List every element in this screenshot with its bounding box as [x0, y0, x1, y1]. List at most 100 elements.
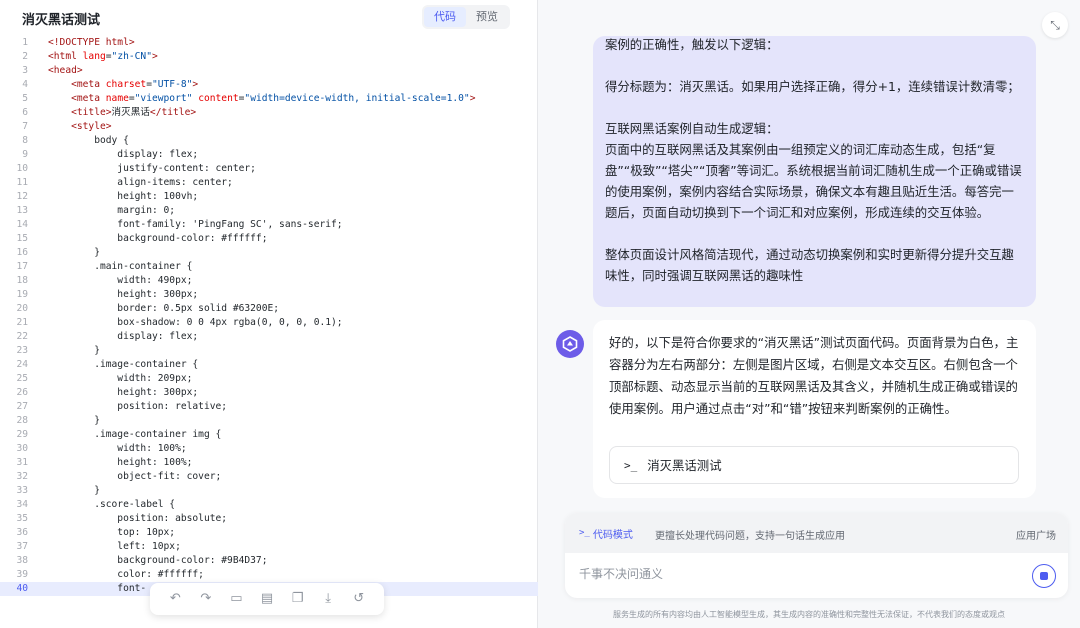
code-text: left: 10px; — [48, 540, 181, 554]
code-line: 31 height: 100%; — [0, 456, 538, 470]
code-token: font- — [48, 583, 147, 594]
code-text: background-color: #ffffff; — [48, 232, 267, 246]
code-token: margin: 0; — [48, 205, 176, 216]
copy-icon[interactable]: ❐ — [290, 591, 306, 607]
code-text: <meta name="viewport" content="width=dev… — [48, 92, 475, 106]
tab-code[interactable]: 代码 — [424, 7, 466, 27]
code-text: align-items: center; — [48, 176, 233, 190]
code-line: 17 .main-container { — [0, 260, 538, 274]
code-text: height: 300px; — [48, 288, 198, 302]
code-line: 34 .score-label { — [0, 498, 538, 512]
code-token: .main-container { — [48, 261, 193, 272]
code-token: height: 100vh; — [48, 191, 199, 202]
code-token: } — [48, 247, 100, 258]
code-line: 13 margin: 0; — [0, 204, 538, 218]
code-token: <html — [48, 51, 83, 62]
tab-preview[interactable]: 预览 — [466, 7, 508, 27]
code-token: "width=device-width, initial-scale=1.0" — [244, 93, 470, 104]
code-line: 25 width: 209px; — [0, 372, 538, 386]
code-editor[interactable]: 1 <!DOCTYPE html> 2 <html lang="zh-CN"> 3 <he… — [0, 36, 538, 596]
line-number: 28 — [16, 415, 28, 426]
code-token: display: flex; — [48, 149, 199, 160]
code-token: } — [48, 485, 100, 496]
line-number: 38 — [16, 555, 28, 566]
code-token: 消灭黑话 — [111, 107, 150, 118]
code-line: 4 <meta charset="UTF-8"> — [0, 78, 538, 92]
code-text: display: flex; — [48, 330, 198, 344]
code-text: body { — [48, 134, 129, 148]
file-title: 消灭黑话测试 — [22, 13, 101, 28]
line-number: 19 — [16, 289, 28, 300]
code-line: 36 top: 10px; — [0, 526, 538, 540]
code-line: 39 color: #ffffff; — [0, 568, 538, 582]
code-token: <!DOCTYPE html> — [48, 37, 135, 48]
code-text: height: 300px; — [48, 386, 198, 400]
code-text: .score-label { — [48, 498, 175, 512]
line-number: 7 — [22, 121, 28, 132]
line-number: 33 — [16, 485, 28, 496]
code-text: top: 10px; — [48, 526, 175, 540]
download-icon[interactable]: ⤓ — [320, 591, 336, 607]
code-mode-chip[interactable]: >_ 代码模式 — [579, 523, 633, 543]
code-text: color: #ffffff; — [48, 568, 204, 582]
app-store-link[interactable]: 应用广场 — [1016, 527, 1056, 542]
code-text: font- — [48, 582, 146, 596]
code-token: justify-content: center; — [48, 163, 256, 174]
code-token: <style> — [71, 121, 112, 132]
code-token: height: 100%; — [48, 457, 193, 468]
mode-bar: >_ 代码模式 更擅长处理代码问题，支持一句话生成应用 应用广场 — [565, 513, 1068, 553]
code-text: margin: 0; — [48, 204, 175, 218]
line-number: 32 — [16, 471, 28, 482]
redo-icon[interactable]: ↷ — [198, 591, 214, 607]
code-artifact-card[interactable]: >_ 消灭黑话测试 — [609, 446, 1019, 484]
prompt-input[interactable] — [579, 563, 1009, 585]
code-token: left: 10px; — [48, 541, 181, 552]
code-token: > — [151, 51, 158, 62]
line-number: 24 — [16, 359, 28, 370]
code-line: 29 .image-container img { — [0, 428, 538, 442]
line-number: 13 — [16, 205, 28, 216]
line-number: 40 — [16, 583, 28, 594]
code-text: position: absolute; — [48, 512, 227, 526]
code-text: height: 100vh; — [48, 190, 198, 204]
code-text: <!DOCTYPE html> — [48, 36, 135, 50]
terminal-icon: >_ — [579, 528, 590, 538]
line-number: 22 — [16, 331, 28, 342]
line-number: 17 — [16, 261, 28, 272]
code-line: 19 height: 300px; — [0, 288, 538, 302]
line-number: 3 — [22, 65, 28, 76]
undo-icon[interactable]: ↶ — [167, 591, 183, 607]
line-number: 2 — [22, 51, 28, 62]
code-token: } — [48, 415, 100, 426]
code-token: object-fit: cover; — [48, 471, 222, 482]
code-line: 12 height: 100vh; — [0, 190, 538, 204]
code-line: 7 <style> — [0, 120, 538, 134]
code-line: 1 <!DOCTYPE html> — [0, 36, 538, 50]
line-number: 29 — [16, 429, 28, 440]
code-text: <html lang="zh-CN"> — [48, 50, 158, 64]
code-token: "viewport" — [134, 93, 193, 104]
code-token: .image-container { — [48, 359, 199, 370]
line-number: 14 — [16, 219, 28, 230]
user-message-first-line: 案例的正确性，触发以下逻辑： — [605, 37, 779, 52]
collapse-icon[interactable]: ⤡ — [1042, 12, 1068, 38]
code-token: font-family: 'PingFang SC', sans-serif; — [48, 219, 343, 230]
assistant-message-text: 好的，以下是符合你要求的“消灭黑话”测试页面代码。页面背景为白色，主容器分为左右… — [609, 335, 1019, 416]
assistant-message: 好的，以下是符合你要求的“消灭黑话”测试页面代码。页面背景为白色，主容器分为左右… — [593, 320, 1036, 498]
document-icon[interactable]: ▤ — [259, 591, 275, 607]
line-number: 31 — [16, 457, 28, 468]
code-text: width: 209px; — [48, 372, 192, 386]
code-mode-label: 代码模式 — [592, 529, 633, 541]
user-message-paragraph: 互联网黑话案例自动生成逻辑： 页面中的互联网黑话及其案例由一组预定义的词汇库动态… — [605, 121, 1022, 220]
stop-button[interactable] — [1032, 564, 1056, 588]
comment-icon[interactable]: ▭ — [228, 591, 244, 607]
code-mode-description: 更擅长处理代码问题，支持一句话生成应用 — [655, 531, 845, 542]
history-icon[interactable]: ↺ — [351, 591, 367, 607]
line-number: 8 — [22, 135, 28, 146]
code-line: 8 body { — [0, 134, 538, 148]
line-number: 9 — [22, 149, 28, 160]
code-token: .score-label { — [48, 499, 176, 510]
code-line: 33 } — [0, 484, 538, 498]
code-line: 22 display: flex; — [0, 330, 538, 344]
